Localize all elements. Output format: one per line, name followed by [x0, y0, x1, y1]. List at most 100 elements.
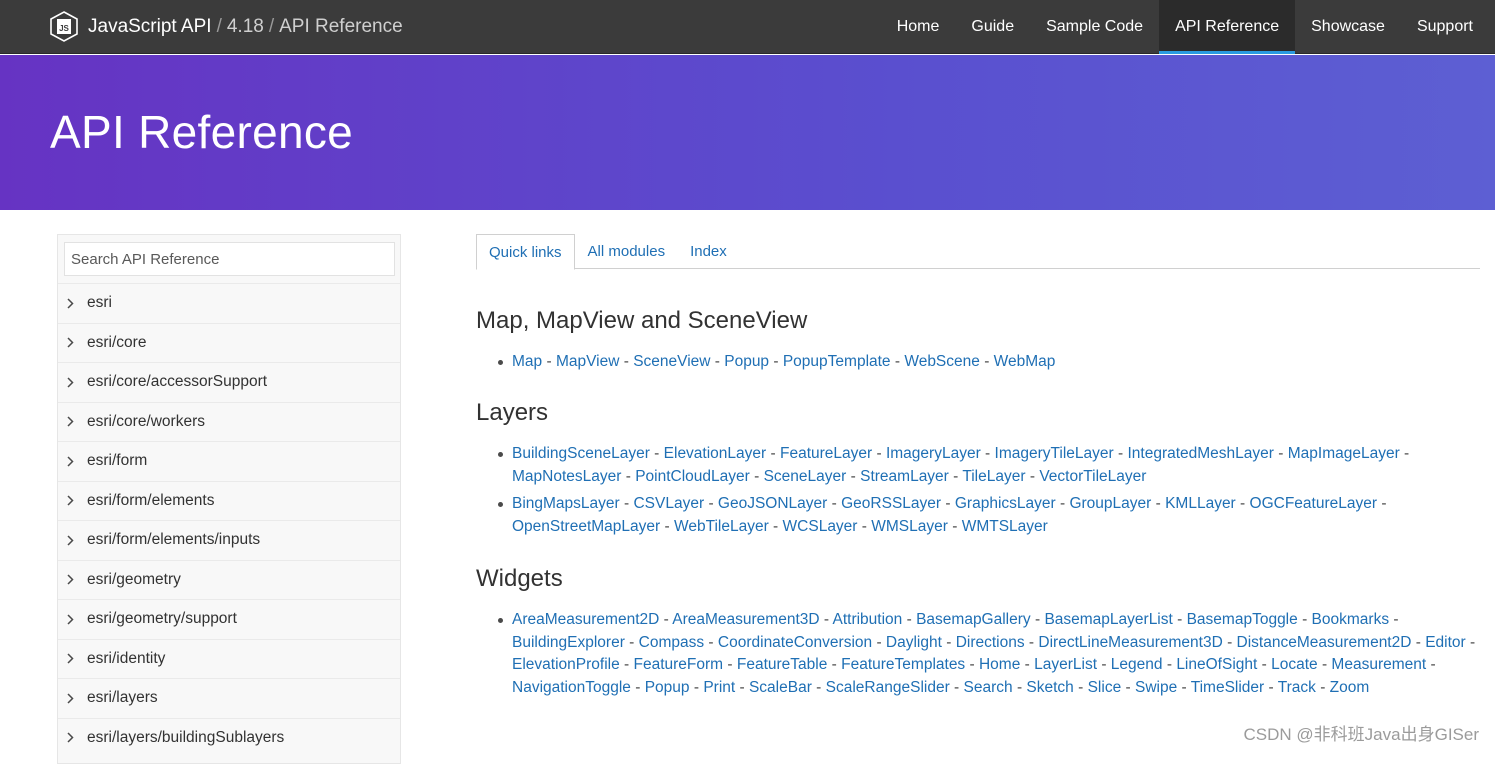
api-link[interactable]: Slice: [1088, 679, 1122, 696]
api-link[interactable]: Compass: [639, 634, 704, 651]
api-link[interactable]: Print: [703, 679, 735, 696]
api-link[interactable]: PointCloudLayer: [635, 468, 750, 485]
api-link[interactable]: Popup: [724, 353, 769, 370]
api-link[interactable]: ScaleBar: [749, 679, 812, 696]
api-link[interactable]: Daylight: [886, 634, 942, 651]
api-link[interactable]: Directions: [956, 634, 1025, 651]
api-link[interactable]: Attribution: [833, 611, 903, 628]
api-link[interactable]: FeatureForm: [633, 656, 723, 673]
sidebar-module-item[interactable]: esri/form: [58, 441, 400, 481]
api-link[interactable]: LayerList: [1034, 656, 1097, 673]
sidebar-module-item[interactable]: esri/form/elements: [58, 481, 400, 521]
nav-api-reference[interactable]: API Reference: [1159, 0, 1295, 54]
tab-quick-links[interactable]: Quick links: [476, 234, 575, 270]
sidebar-module-item[interactable]: esri/core: [58, 323, 400, 363]
sidebar-module-item[interactable]: esri/geometry: [58, 560, 400, 600]
api-link[interactable]: BuildingSceneLayer: [512, 445, 650, 462]
api-link[interactable]: Editor: [1425, 634, 1466, 651]
sidebar-module-item[interactable]: esri/layers/buildingSublayers: [58, 718, 400, 758]
api-link[interactable]: Bookmarks: [1312, 611, 1390, 628]
api-link[interactable]: Popup: [645, 679, 690, 696]
api-link[interactable]: WebMap: [994, 353, 1056, 370]
api-link[interactable]: MapImageLayer: [1288, 445, 1400, 462]
api-link[interactable]: WMTSLayer: [962, 518, 1048, 535]
api-link[interactable]: GraphicsLayer: [955, 495, 1056, 512]
api-link[interactable]: Swipe: [1135, 679, 1177, 696]
link-separator: -: [1257, 656, 1271, 673]
api-link[interactable]: PopupTemplate: [783, 353, 891, 370]
api-link[interactable]: Zoom: [1330, 679, 1370, 696]
api-link[interactable]: FeatureTemplates: [841, 656, 965, 673]
sidebar-module-item[interactable]: esri/geometry/support: [58, 599, 400, 639]
nav-home[interactable]: Home: [881, 0, 956, 54]
api-link[interactable]: ElevationLayer: [664, 445, 767, 462]
api-link[interactable]: Home: [979, 656, 1020, 673]
api-link[interactable]: DistanceMeasurement2D: [1237, 634, 1412, 651]
api-link[interactable]: TimeSlider: [1191, 679, 1265, 696]
api-link[interactable]: WCSLayer: [783, 518, 858, 535]
version-label[interactable]: 4.18: [227, 16, 264, 37]
api-link[interactable]: FeatureTable: [737, 656, 827, 673]
api-link[interactable]: LineOfSight: [1176, 656, 1257, 673]
api-link[interactable]: ImageryTileLayer: [995, 445, 1114, 462]
api-link[interactable]: FeatureLayer: [780, 445, 872, 462]
sidebar-module-item[interactable]: esri/identity: [58, 639, 400, 679]
api-link[interactable]: StreamLayer: [860, 468, 949, 485]
nav-sample-code[interactable]: Sample Code: [1030, 0, 1159, 54]
api-link[interactable]: GeoRSSLayer: [841, 495, 941, 512]
api-link[interactable]: KMLLayer: [1165, 495, 1236, 512]
api-link[interactable]: GeoJSONLayer: [718, 495, 827, 512]
api-link[interactable]: BasemapToggle: [1187, 611, 1298, 628]
api-link[interactable]: BingMapsLayer: [512, 495, 620, 512]
sidebar-module-item[interactable]: esri/form/elements/inputs: [58, 520, 400, 560]
sidebar-module-item[interactable]: esri/layers: [58, 678, 400, 718]
api-link[interactable]: WebScene: [904, 353, 980, 370]
api-link[interactable]: CSVLayer: [633, 495, 704, 512]
sidebar-module-item[interactable]: esri/core/workers: [58, 402, 400, 442]
api-link[interactable]: OGCFeatureLayer: [1250, 495, 1378, 512]
api-link[interactable]: SceneView: [633, 353, 710, 370]
api-link[interactable]: WMSLayer: [871, 518, 948, 535]
sidebar-module-item[interactable]: esri: [58, 283, 400, 323]
chevron-right-icon: [67, 377, 77, 388]
api-link[interactable]: IntegratedMeshLayer: [1127, 445, 1273, 462]
api-link[interactable]: Locate: [1271, 656, 1318, 673]
api-link[interactable]: ElevationProfile: [512, 656, 620, 673]
api-link[interactable]: WebTileLayer: [674, 518, 769, 535]
api-link[interactable]: GroupLayer: [1069, 495, 1151, 512]
link-separator: -: [1377, 495, 1386, 512]
api-link[interactable]: Legend: [1111, 656, 1163, 673]
api-link[interactable]: MapNotesLayer: [512, 468, 621, 485]
api-link[interactable]: VectorTileLayer: [1039, 468, 1146, 485]
nav-showcase[interactable]: Showcase: [1295, 0, 1401, 54]
api-link[interactable]: Sketch: [1026, 679, 1073, 696]
api-link[interactable]: ScaleRangeSlider: [826, 679, 950, 696]
api-link[interactable]: OpenStreetMapLayer: [512, 518, 660, 535]
brand[interactable]: JS JavaScript API/4.18/API Reference: [50, 0, 403, 54]
api-link[interactable]: AreaMeasurement3D: [672, 611, 819, 628]
api-link[interactable]: Map: [512, 353, 542, 370]
api-link[interactable]: Measurement: [1331, 656, 1426, 673]
api-link[interactable]: MapView: [556, 353, 619, 370]
api-link[interactable]: BasemapLayerList: [1044, 611, 1172, 628]
brand-name[interactable]: JavaScript API: [88, 16, 212, 37]
api-link[interactable]: NavigationToggle: [512, 679, 631, 696]
api-link[interactable]: AreaMeasurement2D: [512, 611, 659, 628]
search-input[interactable]: [64, 242, 395, 276]
api-link[interactable]: DirectLineMeasurement3D: [1038, 634, 1222, 651]
api-link[interactable]: BuildingExplorer: [512, 634, 625, 651]
tab-all-modules[interactable]: All modules: [576, 234, 678, 269]
section-label[interactable]: API Reference: [279, 16, 403, 37]
sidebar-module-item[interactable]: esri/core/accessorSupport: [58, 362, 400, 402]
tab-index[interactable]: Index: [678, 234, 739, 269]
nav-guide[interactable]: Guide: [955, 0, 1030, 54]
link-separator: -: [965, 656, 979, 673]
api-link[interactable]: CoordinateConversion: [718, 634, 872, 651]
api-link[interactable]: BasemapGallery: [916, 611, 1031, 628]
api-link[interactable]: SceneLayer: [764, 468, 847, 485]
api-link[interactable]: Search: [964, 679, 1013, 696]
api-link[interactable]: TileLayer: [962, 468, 1025, 485]
api-link[interactable]: ImageryLayer: [886, 445, 981, 462]
nav-support[interactable]: Support: [1401, 0, 1489, 54]
api-link[interactable]: Track: [1278, 679, 1316, 696]
